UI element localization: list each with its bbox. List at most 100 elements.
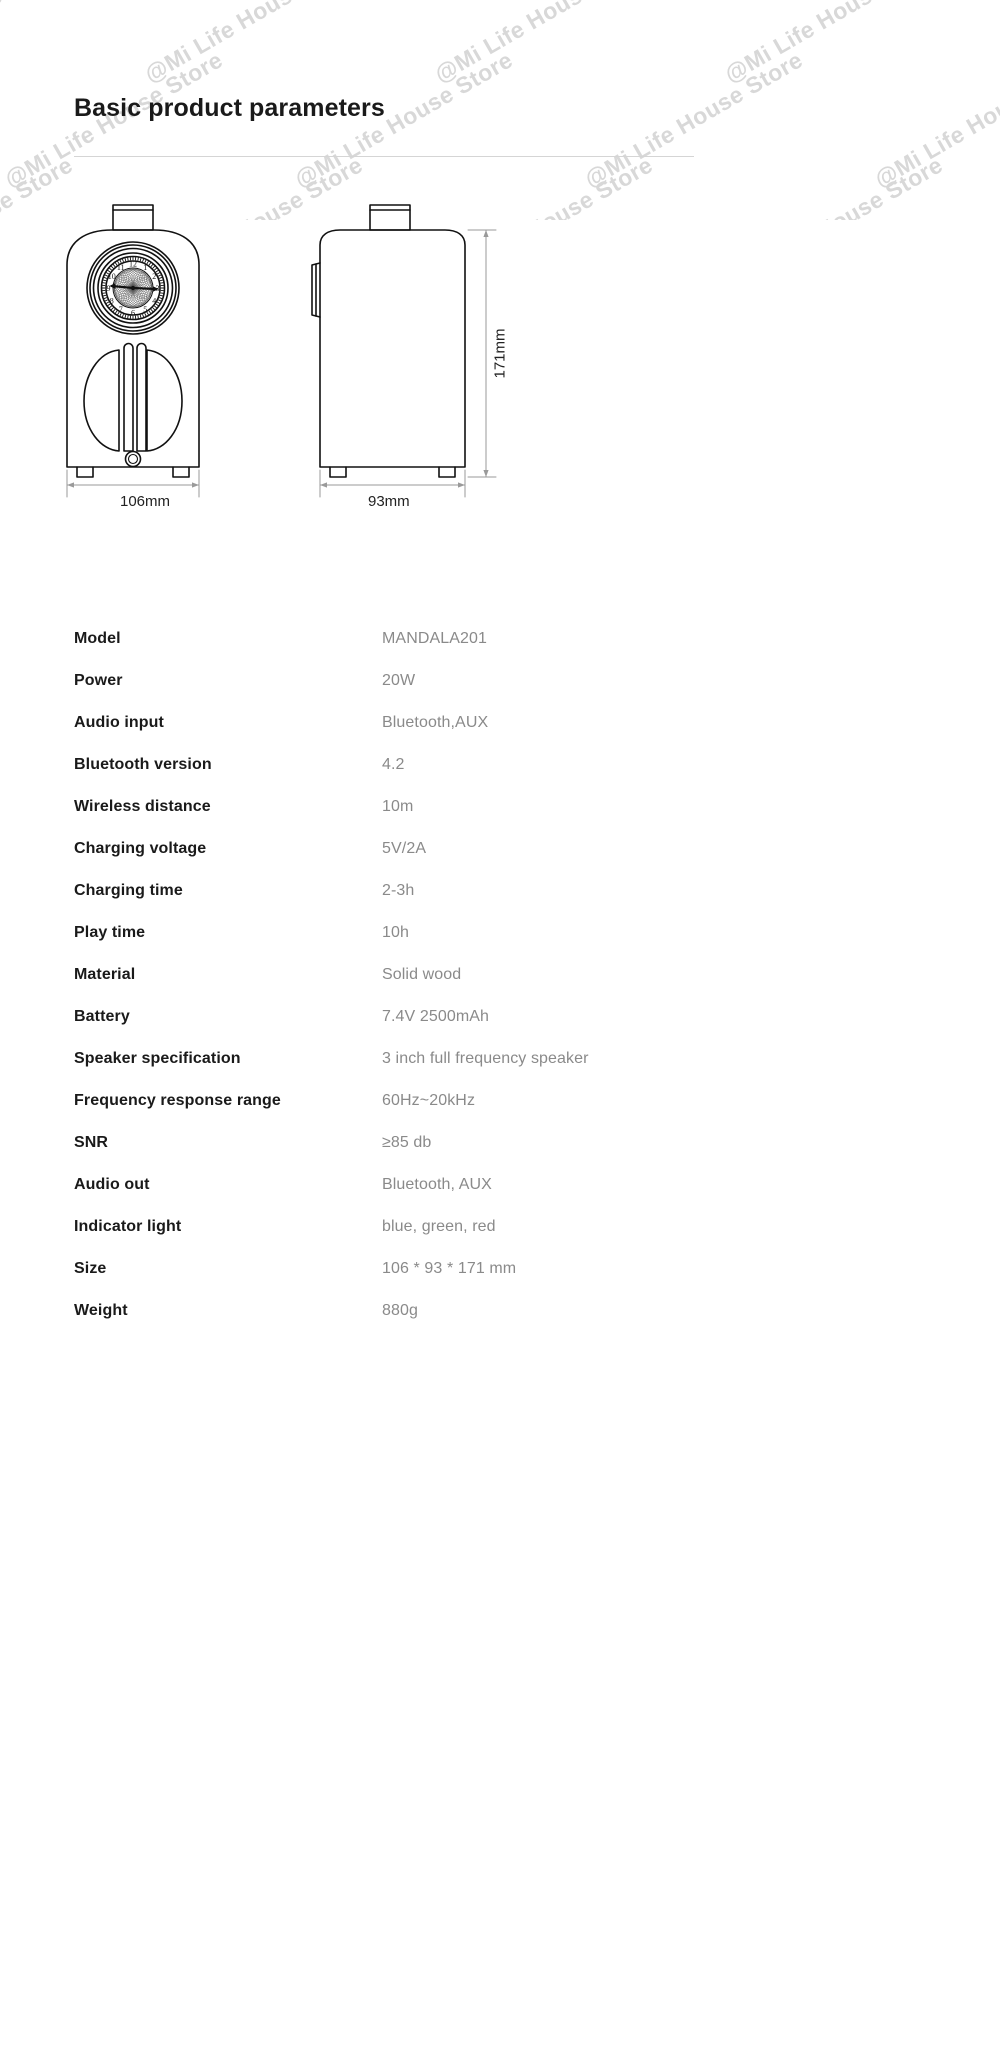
side-height-label: 171mm (491, 328, 509, 379)
spec-label: Weight (74, 1302, 128, 1319)
spec-label: Wireless distance (74, 798, 211, 815)
side-knob-strip (311, 262, 321, 318)
clock-tick (150, 263, 154, 267)
clock-tick (142, 314, 144, 318)
front-knob (124, 450, 142, 468)
spec-label: Frequency response range (74, 1092, 281, 1109)
front-view-top-block (112, 204, 154, 231)
speaker-grille (83, 342, 183, 452)
spec-value: Bluetooth,AUX (382, 714, 489, 731)
spec-row: Frequency response range 60Hz~20kHz (74, 1092, 834, 1134)
clock-tick (152, 265, 156, 269)
spec-value: 7.4V 2500mAh (382, 1008, 490, 1025)
spec-label: Indicator light (74, 1218, 182, 1235)
clock-tick (158, 274, 162, 277)
spec-row: Model MANDALA201 (74, 630, 834, 672)
spec-row: Indicator light blue, green, red (74, 1218, 834, 1260)
watermark-text: @Mi Life House Store (140, 0, 368, 88)
side-foot-left (329, 466, 347, 478)
spec-value: 880g (382, 1302, 418, 1319)
spec-label: Charging time (74, 882, 183, 899)
spec-value: 10h (382, 924, 409, 941)
clock-tick (154, 267, 158, 271)
spec-label: Material (74, 966, 136, 983)
spec-row: Material Solid wood (74, 966, 834, 1008)
spec-value: 4.2 (382, 756, 405, 773)
front-foot-left (76, 466, 94, 478)
clock-tick (108, 305, 112, 309)
clock-tick (148, 262, 152, 266)
spec-label: Power (74, 672, 123, 689)
clock-numeral: 7 (119, 305, 123, 314)
spec-label: Battery (74, 1008, 130, 1025)
spec-label: Audio out (74, 1176, 150, 1193)
clock-numeral: 4 (152, 296, 156, 305)
clock-tick (110, 265, 114, 269)
clock-tick (104, 299, 108, 302)
spec-value: 20W (382, 672, 416, 689)
clock-numeral: 8 (110, 296, 114, 305)
spec-value: 2-3h (382, 882, 415, 899)
spec-value: MANDALA201 (382, 630, 488, 647)
clock-tick (146, 260, 149, 265)
spec-label: Bluetooth version (74, 756, 212, 773)
clock-tick (154, 305, 158, 309)
clock-tick (152, 307, 156, 311)
spec-value: 106 * 93 * 171 mm (382, 1260, 517, 1277)
clock-tick (159, 297, 163, 299)
clock-tick (139, 257, 142, 262)
page-title: Basic product parameters (74, 94, 385, 122)
clock-numeral: 5 (143, 305, 147, 314)
spec-row: Size 106 * 93 * 171 mm (74, 1260, 834, 1302)
side-view-body (319, 229, 466, 468)
clock-numeral: 10 (108, 272, 116, 281)
clock-tick (159, 294, 164, 297)
product-parameters-page: @Mi Life House Store@Mi Life House Store… (0, 0, 1000, 2061)
clock-tick (159, 279, 164, 282)
product-dimension-diagram: 12 1 2 3 4 5 6 7 8 9 10 11 106mm 93mm 17… (0, 185, 1000, 530)
spec-value: Solid wood (382, 966, 462, 983)
title-divider (74, 156, 694, 157)
clock-tick (124, 314, 127, 319)
spec-label: Size (74, 1260, 107, 1277)
spec-row: Charging time 2-3h (74, 882, 834, 924)
watermark-text: @Mi Life House Store (870, 46, 1000, 193)
clock-tick (103, 297, 107, 299)
side-view-top-block (369, 204, 411, 231)
side-foot-right (438, 466, 456, 478)
clock-numeral: 6 (131, 309, 135, 318)
clock-numeral: 12 (129, 260, 137, 269)
spec-label: Audio input (74, 714, 164, 731)
clock-tick (148, 310, 152, 314)
spec-row: SNR ≥85 db (74, 1134, 834, 1176)
front-width-label: 106mm (120, 493, 171, 510)
clock-tick (156, 272, 161, 275)
clock-tick (122, 314, 124, 318)
clock-tick (102, 279, 107, 282)
clock-tick (142, 258, 144, 262)
front-foot-right (172, 466, 190, 478)
clock-tick (122, 258, 124, 262)
spec-value: Bluetooth, AUX (382, 1176, 492, 1193)
spec-row: Weight 880g (74, 1302, 834, 1344)
spec-row: Battery 7.4V 2500mAh (74, 1008, 834, 1050)
clock-face: 12 1234567891011 (86, 241, 180, 335)
clock-tick (105, 301, 110, 304)
spec-value: 3 inch full frequency speaker (382, 1050, 589, 1067)
side-depth-label: 93mm (368, 493, 410, 510)
spec-row: Play time 10h (74, 924, 834, 966)
spec-row: Power 20W (74, 672, 834, 714)
watermark-text: @Mi Life House Store (0, 0, 77, 88)
spec-row: Bluetooth version 4.2 (74, 756, 834, 798)
spec-label: Play time (74, 924, 146, 941)
watermark-text: @Mi Life House Store (720, 0, 948, 88)
clock-tick (124, 257, 127, 262)
watermark-text: @Mi Life House Store (430, 0, 658, 88)
clock-tick (139, 314, 142, 319)
watermark-text: @Mi Life House Store (580, 46, 808, 193)
clock-numeral: 2 (152, 272, 156, 281)
clock-tick (158, 299, 162, 302)
spec-row: Charging voltage 5V/2A (74, 840, 834, 882)
clock-tick (155, 303, 159, 307)
spec-row: Speaker specification 3 inch full frequen… (74, 1050, 834, 1092)
